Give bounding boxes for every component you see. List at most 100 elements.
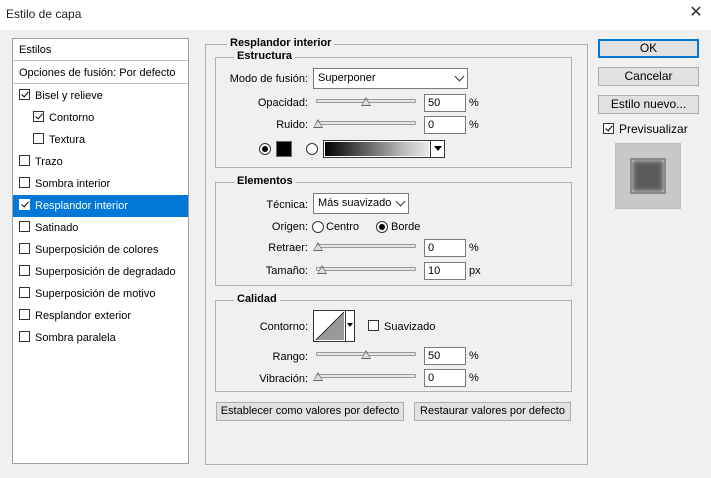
contour-picker[interactable] (313, 310, 355, 342)
style-item-checkbox[interactable] (19, 287, 30, 298)
style-item-checkbox[interactable] (19, 177, 30, 188)
structure-title: Estructura (234, 50, 296, 62)
opacity-slider-thumb[interactable] (361, 97, 371, 106)
quality-title: Calidad (234, 293, 280, 305)
style-item-checkbox[interactable] (19, 199, 30, 210)
styles-header-label: Estilos (19, 44, 52, 56)
style-item[interactable]: Resplandor exterior (13, 305, 188, 327)
preview-checkbox[interactable] (603, 123, 614, 134)
style-item[interactable]: Trazo (13, 151, 188, 173)
chevron-down-icon (347, 323, 353, 327)
technique-value: Más suavizado (318, 197, 392, 209)
style-item-label: Bisel y relieve (35, 90, 103, 102)
title-bar (0, 0, 711, 30)
style-item-checkbox[interactable] (19, 331, 30, 342)
style-item-label: Superposición de colores (35, 244, 159, 256)
style-item[interactable]: Superposición de colores (13, 239, 188, 261)
gradient-picker[interactable] (323, 140, 445, 158)
antialias-option[interactable]: Suavizado (368, 320, 435, 333)
style-item-checkbox[interactable] (33, 133, 44, 144)
style-item-checkbox[interactable] (19, 309, 30, 320)
style-item-label: Trazo (35, 156, 63, 168)
style-item[interactable]: Satinado (13, 217, 188, 239)
contour-dropdown-button[interactable] (345, 311, 354, 341)
size-input[interactable]: 10 (424, 262, 466, 280)
technique-select[interactable]: Más suavizado (313, 193, 409, 214)
preview-option[interactable]: Previsualizar (603, 122, 688, 136)
style-item[interactable]: Resplandor interior (13, 195, 188, 217)
choke-unit: % (469, 242, 479, 254)
choke-input[interactable]: 0 (424, 239, 466, 257)
contour-label: Contorno: (259, 321, 308, 333)
window-title: Estilo de capa (6, 7, 82, 21)
size-slider[interactable] (316, 267, 416, 271)
set-default-button[interactable]: Establecer como valores por defecto (216, 402, 404, 421)
style-item[interactable]: Bisel y relieve (13, 85, 188, 107)
blend-mode-label: Modo de fusión: (229, 73, 308, 85)
blend-mode-select[interactable]: Superponer (313, 68, 468, 89)
chevron-down-icon (434, 146, 442, 151)
style-item-label: Contorno (49, 112, 95, 124)
range-label: Rango: (272, 351, 308, 363)
new-style-button[interactable]: Estilo nuevo... (598, 95, 699, 114)
inner-glow-title: Resplandor interior (227, 37, 335, 49)
blend-options-item[interactable]: Opciones de fusión: Por defecto (13, 62, 188, 84)
style-item[interactable]: Sombra paralela (13, 327, 188, 349)
blend-mode-value: Superponer (318, 72, 376, 84)
opacity-unit: % (469, 97, 479, 109)
style-item[interactable]: Superposición de degradado (13, 261, 188, 283)
style-preview (615, 143, 681, 209)
style-item-checkbox[interactable] (33, 111, 44, 122)
choke-slider-thumb[interactable] (313, 242, 323, 251)
reset-default-button[interactable]: Restaurar valores por defecto (414, 402, 571, 421)
noise-unit: % (469, 119, 479, 131)
choke-slider[interactable] (316, 244, 416, 248)
style-item-label: Resplandor exterior (35, 310, 131, 322)
style-item-checkbox[interactable] (19, 265, 30, 276)
style-item[interactable]: Contorno (13, 107, 188, 129)
style-item-label: Superposición de motivo (35, 288, 156, 300)
gradient-dropdown-button[interactable] (430, 141, 444, 157)
source-label: Origen: (271, 221, 308, 233)
style-item[interactable]: Superposición de motivo (13, 283, 188, 305)
style-item-checkbox[interactable] (19, 243, 30, 254)
jitter-input[interactable]: 0 (424, 369, 466, 387)
noise-slider-thumb[interactable] (313, 119, 323, 128)
ok-button[interactable]: OK (598, 39, 699, 58)
noise-label: Ruido: (276, 119, 308, 131)
style-item-label: Superposición de degradado (35, 266, 176, 278)
choke-label: Retraer: (268, 242, 308, 254)
color-swatch[interactable] (276, 141, 292, 157)
close-icon[interactable]: ✕ (688, 5, 704, 21)
style-item[interactable]: Textura (13, 129, 188, 151)
contour-preview-icon (315, 311, 345, 341)
jitter-slider[interactable] (316, 374, 416, 378)
blend-options-label: Opciones de fusión: Por defecto (19, 67, 176, 79)
style-item-label: Resplandor interior (35, 200, 128, 212)
size-unit: px (469, 265, 481, 277)
antialias-checkbox[interactable] (368, 320, 379, 331)
cancel-button[interactable]: Cancelar (598, 67, 699, 86)
style-item-label: Sombra interior (35, 178, 111, 190)
style-item-checkbox[interactable] (19, 155, 30, 166)
noise-slider[interactable] (316, 121, 416, 125)
styles-header[interactable]: Estilos (13, 39, 188, 61)
range-slider-thumb[interactable] (361, 350, 371, 359)
size-slider-thumb[interactable] (316, 265, 327, 274)
source-edge-label: Borde (391, 221, 421, 233)
opacity-input[interactable]: 50 (424, 94, 466, 112)
style-item[interactable]: Sombra interior (13, 173, 188, 195)
chevron-down-icon (454, 71, 465, 82)
solid-color-radio[interactable] (259, 143, 271, 155)
chevron-down-icon (395, 196, 406, 207)
range-input[interactable]: 50 (424, 347, 466, 365)
gradient-radio[interactable] (306, 143, 318, 155)
preview-label: Previsualizar (619, 122, 688, 136)
opacity-label: Opacidad: (257, 97, 308, 109)
source-center-radio[interactable] (312, 221, 324, 233)
style-item-checkbox[interactable] (19, 89, 30, 100)
jitter-slider-thumb[interactable] (313, 372, 323, 381)
noise-input[interactable]: 0 (424, 116, 466, 134)
style-item-checkbox[interactable] (19, 221, 30, 232)
source-edge-radio[interactable] (376, 221, 388, 233)
